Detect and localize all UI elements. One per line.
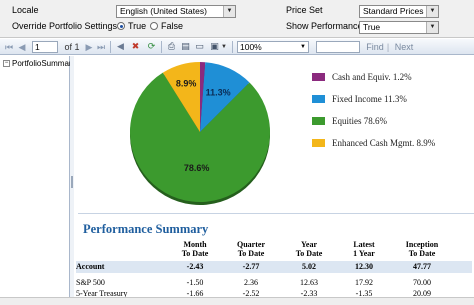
- legend-label: Equities 78.6%: [332, 116, 387, 126]
- next-page-icon[interactable]: ▶: [84, 41, 94, 53]
- show-performance-label: Show Performance: [286, 21, 363, 31]
- header-inception-to-date: Inception To Date: [396, 240, 448, 258]
- locale-dropdown[interactable]: English (United States) ▼: [116, 5, 236, 18]
- header-line: Quarter: [237, 240, 265, 249]
- chevron-down-icon: ▼: [426, 22, 438, 33]
- back-icon[interactable]: ◀: [115, 41, 126, 52]
- false-radio-label: False: [161, 21, 184, 31]
- toolbar-separator: [232, 41, 233, 53]
- legend-swatch: [312, 95, 325, 103]
- horizontal-scrollbar[interactable]: [0, 297, 474, 305]
- true-radio[interactable]: [117, 22, 125, 30]
- header-line: To Date: [408, 249, 436, 258]
- pie-data-label: 8.9%: [176, 79, 197, 89]
- expand-icon[interactable]: −: [3, 60, 10, 68]
- header-line: To Date: [181, 249, 209, 258]
- parameter-bar: Locale English (United States) ▼ Overrid…: [0, 0, 474, 38]
- chevron-down-icon: ▼: [300, 44, 306, 50]
- export-dropdown-icon[interactable]: ▼: [220, 41, 228, 53]
- legend-swatch: [312, 117, 325, 125]
- legend-label: Fixed Income 11.3%: [332, 94, 407, 104]
- page-number-input[interactable]: 1: [32, 41, 58, 53]
- legend-swatch: [312, 139, 325, 147]
- zoom-dropdown[interactable]: 100% ▼: [237, 41, 309, 53]
- tree-node-portfolio-summary[interactable]: − PortfolioSummary: [3, 59, 76, 68]
- next-link[interactable]: Next: [394, 41, 414, 53]
- legend-swatch: [312, 73, 325, 81]
- price-set-dropdown[interactable]: Standard Prices ▼: [359, 5, 439, 18]
- report-body: 11.3% 78.6% 8.9% Cash and Equiv. 1.2% Fixe…: [74, 56, 474, 305]
- locale-dropdown-value: English (United States): [120, 6, 207, 16]
- last-page-icon[interactable]: ⏭: [96, 41, 106, 53]
- header-line: Latest: [353, 240, 375, 249]
- price-set-label: Price Set: [286, 5, 323, 15]
- table-cell: -2.77: [242, 262, 260, 271]
- header-year-to-date: Year To Date: [284, 240, 334, 258]
- header-line: Month: [183, 240, 207, 249]
- show-performance-dropdown[interactable]: True ▼: [359, 21, 439, 34]
- chevron-down-icon: ▼: [426, 6, 438, 17]
- toolbar-pipe: |: [386, 42, 390, 52]
- override-settings-label: Override Portfolio Settings: [12, 21, 118, 31]
- table-cell: 12.30: [355, 262, 373, 271]
- header-latest-1-year: Latest 1 Year: [339, 240, 389, 258]
- performance-summary-title: Performance Summary: [83, 222, 209, 236]
- document-map: − PortfolioSummary: [0, 56, 76, 305]
- tree-node-label: PortfolioSummary: [12, 59, 76, 68]
- legend-label: Cash and Equiv. 1.2%: [332, 72, 412, 82]
- find-input[interactable]: [316, 41, 360, 53]
- true-radio-label: True: [128, 21, 147, 31]
- chevron-down-icon: ▼: [223, 6, 235, 17]
- pie-chart: 11.3% 78.6% 8.9%: [130, 62, 270, 206]
- header-line: 1 Year: [353, 249, 375, 258]
- header-line: Year: [301, 240, 317, 249]
- table-row-account: Account -2.43 -2.77 5.02 12.30 47.77: [76, 261, 472, 273]
- zoom-value: 100%: [240, 42, 262, 52]
- false-radio[interactable]: [150, 22, 158, 30]
- toolbar-separator: [161, 41, 162, 53]
- legend-label: Enhanced Cash Mgmt. 8.9%: [332, 138, 436, 148]
- pie-data-label: 78.6%: [184, 163, 210, 173]
- toolbar-separator: [110, 41, 111, 53]
- table-cell: -2.43: [186, 262, 204, 271]
- table-cell: 47.77: [413, 262, 431, 271]
- section-divider: [78, 213, 474, 214]
- stop-icon[interactable]: ✖: [130, 41, 141, 52]
- show-performance-dropdown-value: True: [363, 22, 381, 32]
- header-line: To Date: [237, 249, 265, 258]
- header-line: Inception: [405, 240, 439, 249]
- header-line: To Date: [295, 249, 323, 258]
- header-month-to-date: Month To Date: [170, 240, 220, 258]
- find-link[interactable]: Find: [366, 41, 384, 53]
- previous-page-icon[interactable]: ◀: [17, 41, 27, 53]
- first-page-icon[interactable]: ⏮: [4, 41, 14, 53]
- locale-label: Locale: [12, 5, 39, 15]
- export-icon[interactable]: ▣: [209, 41, 220, 52]
- print-icon[interactable]: ⎙: [166, 41, 177, 52]
- price-set-dropdown-value: Standard Prices: [363, 6, 424, 16]
- refresh-icon[interactable]: ⟳: [146, 41, 157, 52]
- print-layout-icon[interactable]: ▤: [180, 41, 191, 52]
- table-cell: 5.02: [302, 262, 316, 271]
- pie-data-label: 11.3%: [206, 88, 231, 98]
- header-quarter-to-date: Quarter To Date: [226, 240, 276, 258]
- page-setup-icon[interactable]: ▭: [194, 41, 205, 52]
- row-label: Account: [76, 262, 105, 271]
- page-count-label: of 1: [64, 42, 80, 52]
- report-toolbar: ⏮ ◀ 1 of 1 ▶ ⏭ ◀ ✖ ⟳ ⎙ ▤ ▭ ▣ ▼ 100% ▼ Fi…: [0, 39, 474, 55]
